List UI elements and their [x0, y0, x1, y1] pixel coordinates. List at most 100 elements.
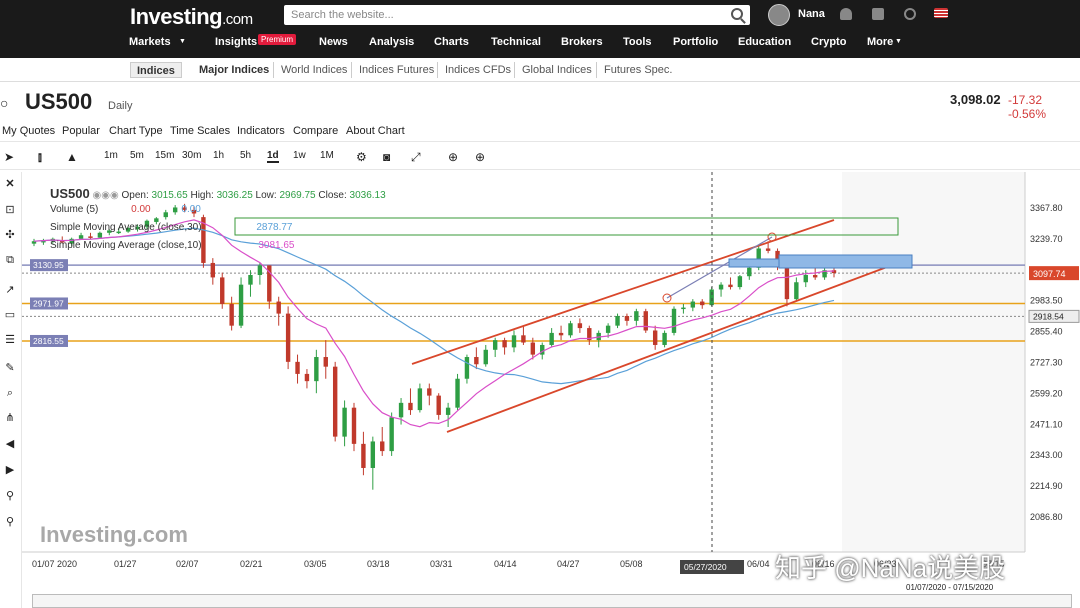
- upload-icon[interactable]: ⊕: [475, 150, 485, 164]
- cursor-icon[interactable]: ➤: [4, 150, 14, 164]
- candle-body: [803, 275, 808, 283]
- menu-about-chart[interactable]: About Chart: [346, 125, 405, 137]
- tab-major-indices[interactable]: Major Indices: [199, 62, 269, 78]
- timeframe-1h[interactable]: 1h: [213, 150, 224, 161]
- candle-body: [737, 276, 743, 288]
- nav-technical[interactable]: Technical: [491, 36, 541, 48]
- gear-icon[interactable]: ⚙: [356, 150, 367, 164]
- nav-education[interactable]: Education: [738, 36, 791, 48]
- x-tick-label: 03/18: [367, 559, 390, 569]
- candle-body: [332, 366, 338, 437]
- arrow-right-icon[interactable]: ▶: [4, 464, 16, 476]
- nav-charts[interactable]: Charts: [434, 36, 469, 48]
- mountain-chart-icon[interactable]: ▲: [66, 150, 78, 164]
- measure-icon[interactable]: ⚲: [4, 490, 16, 502]
- nav-insights[interactable]: Insights: [215, 36, 257, 48]
- candle-body: [747, 267, 752, 277]
- nav-portfolio[interactable]: Portfolio: [673, 36, 718, 48]
- menu-time-scales[interactable]: Time Scales: [170, 125, 230, 137]
- zoom-area-icon[interactable]: ⊡: [4, 204, 16, 216]
- candle-body: [765, 248, 771, 251]
- page-title: US500: [25, 89, 93, 114]
- fullscreen-icon[interactable]: ⤢: [411, 150, 421, 165]
- nav-analysis[interactable]: Analysis: [369, 36, 414, 48]
- y-tick-label: 2855.40: [1030, 327, 1063, 337]
- tab-futures-spec[interactable]: Futures Spec.: [604, 62, 672, 78]
- candle-body: [229, 303, 234, 326]
- menu-chart-type[interactable]: Chart Type: [109, 125, 163, 137]
- magnet-icon[interactable]: ⚲: [4, 516, 16, 528]
- legend-symbol: US500: [50, 186, 90, 201]
- search-icon[interactable]: [731, 8, 743, 20]
- timeframe-1M[interactable]: 1M: [320, 150, 334, 161]
- rectangle-icon[interactable]: ▭: [4, 309, 16, 321]
- legend-dots-icon[interactable]: ◉◉◉: [93, 190, 122, 201]
- avatar[interactable]: [768, 4, 790, 26]
- nav-markets[interactable]: Markets: [129, 36, 171, 48]
- tab-indices-futures[interactable]: Indices Futures: [359, 62, 434, 78]
- pitchfork-icon[interactable]: ⋔: [4, 412, 16, 424]
- cursor-date-label: 05/27/2020: [684, 562, 727, 572]
- username[interactable]: Nana: [798, 8, 825, 20]
- instrument-header: ○ US500 Daily 3,098.02 -17.32 -0.56%: [0, 86, 1080, 121]
- candle-body: [389, 417, 394, 452]
- text-tool-icon[interactable]: ⌕: [4, 387, 16, 399]
- x-tick-label: 03/31: [430, 559, 453, 569]
- nav-crypto[interactable]: Crypto: [811, 36, 846, 48]
- portfolio-icon[interactable]: [872, 8, 884, 20]
- legend-close: 3036.13: [349, 190, 386, 201]
- search-input[interactable]: Search the website...: [284, 5, 750, 25]
- copy-icon[interactable]: ⧉: [4, 254, 16, 266]
- candle-body: [323, 357, 328, 367]
- crosshair-price-label: 2918.54: [1033, 311, 1064, 321]
- nav-more[interactable]: More: [867, 36, 893, 48]
- download-icon[interactable]: ⊕: [448, 150, 458, 164]
- crosshair-icon[interactable]: ✣: [4, 229, 16, 241]
- chart-navigator[interactable]: [32, 594, 1072, 608]
- tab-world-indices[interactable]: World Indices: [281, 62, 347, 78]
- nav-news[interactable]: News: [319, 36, 348, 48]
- clock-icon[interactable]: [904, 8, 916, 20]
- fibonacci-icon[interactable]: ☰: [4, 334, 16, 346]
- trendline-icon[interactable]: ↗: [4, 284, 16, 296]
- candle-body: [662, 332, 667, 345]
- candle-body: [549, 332, 554, 345]
- timeframe-1d[interactable]: 1d: [267, 150, 279, 163]
- arrow-left-icon[interactable]: ◀: [4, 438, 16, 450]
- legend-low: 2969.75: [279, 190, 316, 201]
- y-tick-label: 3367.80: [1030, 203, 1063, 213]
- menu-indicators[interactable]: Indicators: [237, 125, 285, 137]
- x-tick-label: 01/27: [114, 559, 137, 569]
- candle-body: [464, 357, 470, 379]
- timeframe-5h[interactable]: 5h: [240, 150, 251, 161]
- us-flag-icon[interactable]: [934, 8, 948, 18]
- timeframe-5m[interactable]: 5m: [130, 150, 144, 161]
- menu-popular[interactable]: Popular: [62, 125, 100, 137]
- candle-body: [210, 262, 216, 278]
- candlestick-icon[interactable]: ⫾: [38, 150, 42, 165]
- candle-body: [314, 357, 319, 382]
- camera-icon[interactable]: ◙: [383, 150, 390, 164]
- menu-compare[interactable]: Compare: [293, 125, 338, 137]
- investing-logo[interactable]: Investing.com: [130, 4, 253, 30]
- candle-body: [568, 323, 573, 336]
- timeframe-1w[interactable]: 1w: [293, 150, 306, 161]
- tab-indices[interactable]: Indices: [130, 62, 182, 78]
- brush-icon[interactable]: ✎: [4, 362, 16, 374]
- close-icon[interactable]: ✕: [4, 178, 16, 190]
- timeframe-15m[interactable]: 15m: [155, 150, 174, 161]
- timeframe-1m[interactable]: 1m: [104, 150, 118, 161]
- bell-icon[interactable]: [840, 8, 852, 20]
- tab-indices-cfds[interactable]: Indices CFDs: [445, 62, 511, 78]
- pin-icon[interactable]: ○: [0, 95, 8, 111]
- timeframe-30m[interactable]: 30m: [182, 150, 201, 161]
- menu-my-quotes[interactable]: My Quotes: [2, 125, 55, 137]
- candle-body: [295, 361, 300, 374]
- x-tick-label: 03/05: [304, 559, 327, 569]
- period-label: Daily: [108, 100, 133, 112]
- candle-body: [445, 407, 451, 415]
- nav-tools[interactable]: Tools: [623, 36, 652, 48]
- tab-global-indices[interactable]: Global Indices: [522, 62, 592, 78]
- nav-brokers[interactable]: Brokers: [561, 36, 603, 48]
- y-tick-label: 2214.90: [1030, 481, 1063, 491]
